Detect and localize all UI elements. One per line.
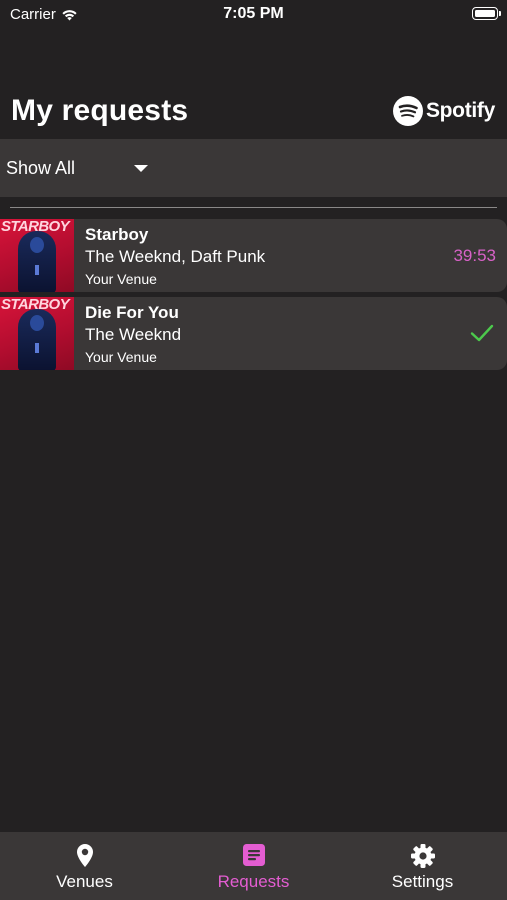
album-art: STARBOY [0,219,74,292]
album-art-figure [18,309,56,370]
filter-dropdown[interactable]: Show All [0,139,507,197]
song-title: Starboy [85,225,149,244]
spotify-icon [392,96,423,126]
battery-icon [472,7,501,20]
divider [10,207,497,208]
status-bar: Carrier 7:05 PM [0,0,507,28]
tab-label: Venues [56,872,113,891]
album-art-text: STARBOY [1,297,70,313]
spotify-wordmark: Spotify [425,99,495,122]
song-artist: The Weeknd, Daft Punk [85,247,266,266]
tab-bar: Venues Requests Settings [0,832,507,900]
request-card-starboy[interactable]: STARBOY Starboy The Weeknd, Daft Punk Yo… [0,219,507,292]
tab-label: Settings [391,872,454,891]
status-time: 7:05 PM [223,5,284,22]
tab-label: Requests [217,872,290,891]
request-card-die-for-you[interactable]: STARBOY Die For You The Weeknd Your Venu… [0,297,507,370]
filter-selected-value: Show All [6,158,76,178]
song-artist: The Weeknd [85,325,182,344]
tab-settings[interactable]: Settings [338,832,507,900]
song-title: Die For You [85,303,179,322]
map-pin-icon [76,844,93,867]
countdown-timer: 39:53 [453,246,496,265]
spotify-logo: Spotify [392,96,495,126]
page-title: My requests [11,94,189,127]
tab-requests[interactable]: Requests [169,832,338,900]
song-venue: Your Venue [85,349,157,365]
page-header: My requests Spotify [0,90,507,136]
caret-down-icon [134,165,148,172]
list-icon [242,844,265,866]
gear-icon [410,844,435,868]
album-art-text: STARBOY [1,219,70,235]
tab-venues[interactable]: Venues [0,832,169,900]
song-venue: Your Venue [85,271,157,287]
checkmark-icon [470,324,494,342]
album-art-figure [18,231,56,292]
album-art: STARBOY [0,297,74,370]
